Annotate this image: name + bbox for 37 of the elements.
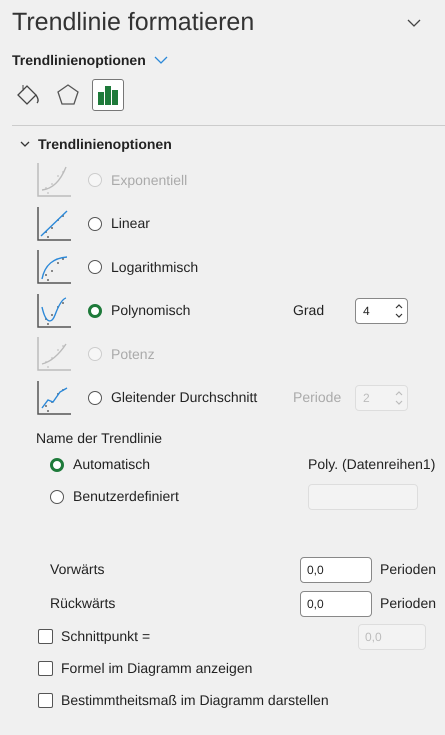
- field-label: Vorwärts: [50, 560, 106, 579]
- unit-label: Perioden: [380, 560, 436, 579]
- unit-label: Perioden: [380, 594, 436, 613]
- input-field[interactable]: 0,0: [300, 556, 372, 582]
- radio-option[interactable]: Automatisch: [50, 454, 308, 475]
- radio-option[interactable]: Polynomisch: [88, 300, 293, 322]
- section-header[interactable]: Trendlinienoptionen: [38, 134, 172, 154]
- field-label: Grad: [293, 301, 326, 320]
- radio-option[interactable]: Benutzerdefiniert: [50, 486, 308, 507]
- spin-field: 2: [355, 384, 408, 411]
- field-label: Name der Trendlinie: [36, 428, 164, 448]
- options-dropdown[interactable]: Trendlinienoptionen: [12, 50, 146, 70]
- radio-option[interactable]: Gleitender Durchschnitt: [88, 387, 293, 408]
- bar-chart-icon[interactable]: [92, 78, 124, 110]
- checkbox-option[interactable]: Formel im Diagramm anzeigen: [38, 658, 418, 679]
- trendline-chart-icon: [36, 162, 72, 198]
- spin-arrows-icon[interactable]: [395, 302, 403, 319]
- field-label: Rückwärts: [50, 594, 116, 613]
- panel-title: Trendlinie formatieren: [12, 7, 254, 38]
- checkbox-option[interactable]: Bestimmtheitsmaß im Diagramm darstellen: [38, 690, 418, 711]
- field-label: Periode: [293, 388, 342, 408]
- trendline-chart-icon: [36, 249, 72, 286]
- chevron-icon[interactable]: [20, 140, 30, 148]
- radio-option: Exponentiell: [88, 170, 293, 191]
- input-field: 0,0: [358, 624, 426, 650]
- trendline-name: Poly. (Datenreihen1): [308, 455, 436, 474]
- radio-option: Potenz: [88, 344, 293, 365]
- input-field[interactable]: 0,0: [300, 590, 372, 616]
- radio-option[interactable]: Logarithmisch: [88, 256, 293, 278]
- spin-field[interactable]: 4: [355, 298, 408, 324]
- trendline-chart-icon: [36, 336, 72, 372]
- trendline-chart-icon: [36, 380, 72, 416]
- trendline-chart-icon: [36, 292, 72, 329]
- checkbox-option[interactable]: Schnittpunkt =: [38, 626, 358, 647]
- spin-arrows-icon: [395, 390, 403, 406]
- trendline-chart-icon: [36, 206, 72, 242]
- radio-option[interactable]: Linear: [88, 213, 293, 234]
